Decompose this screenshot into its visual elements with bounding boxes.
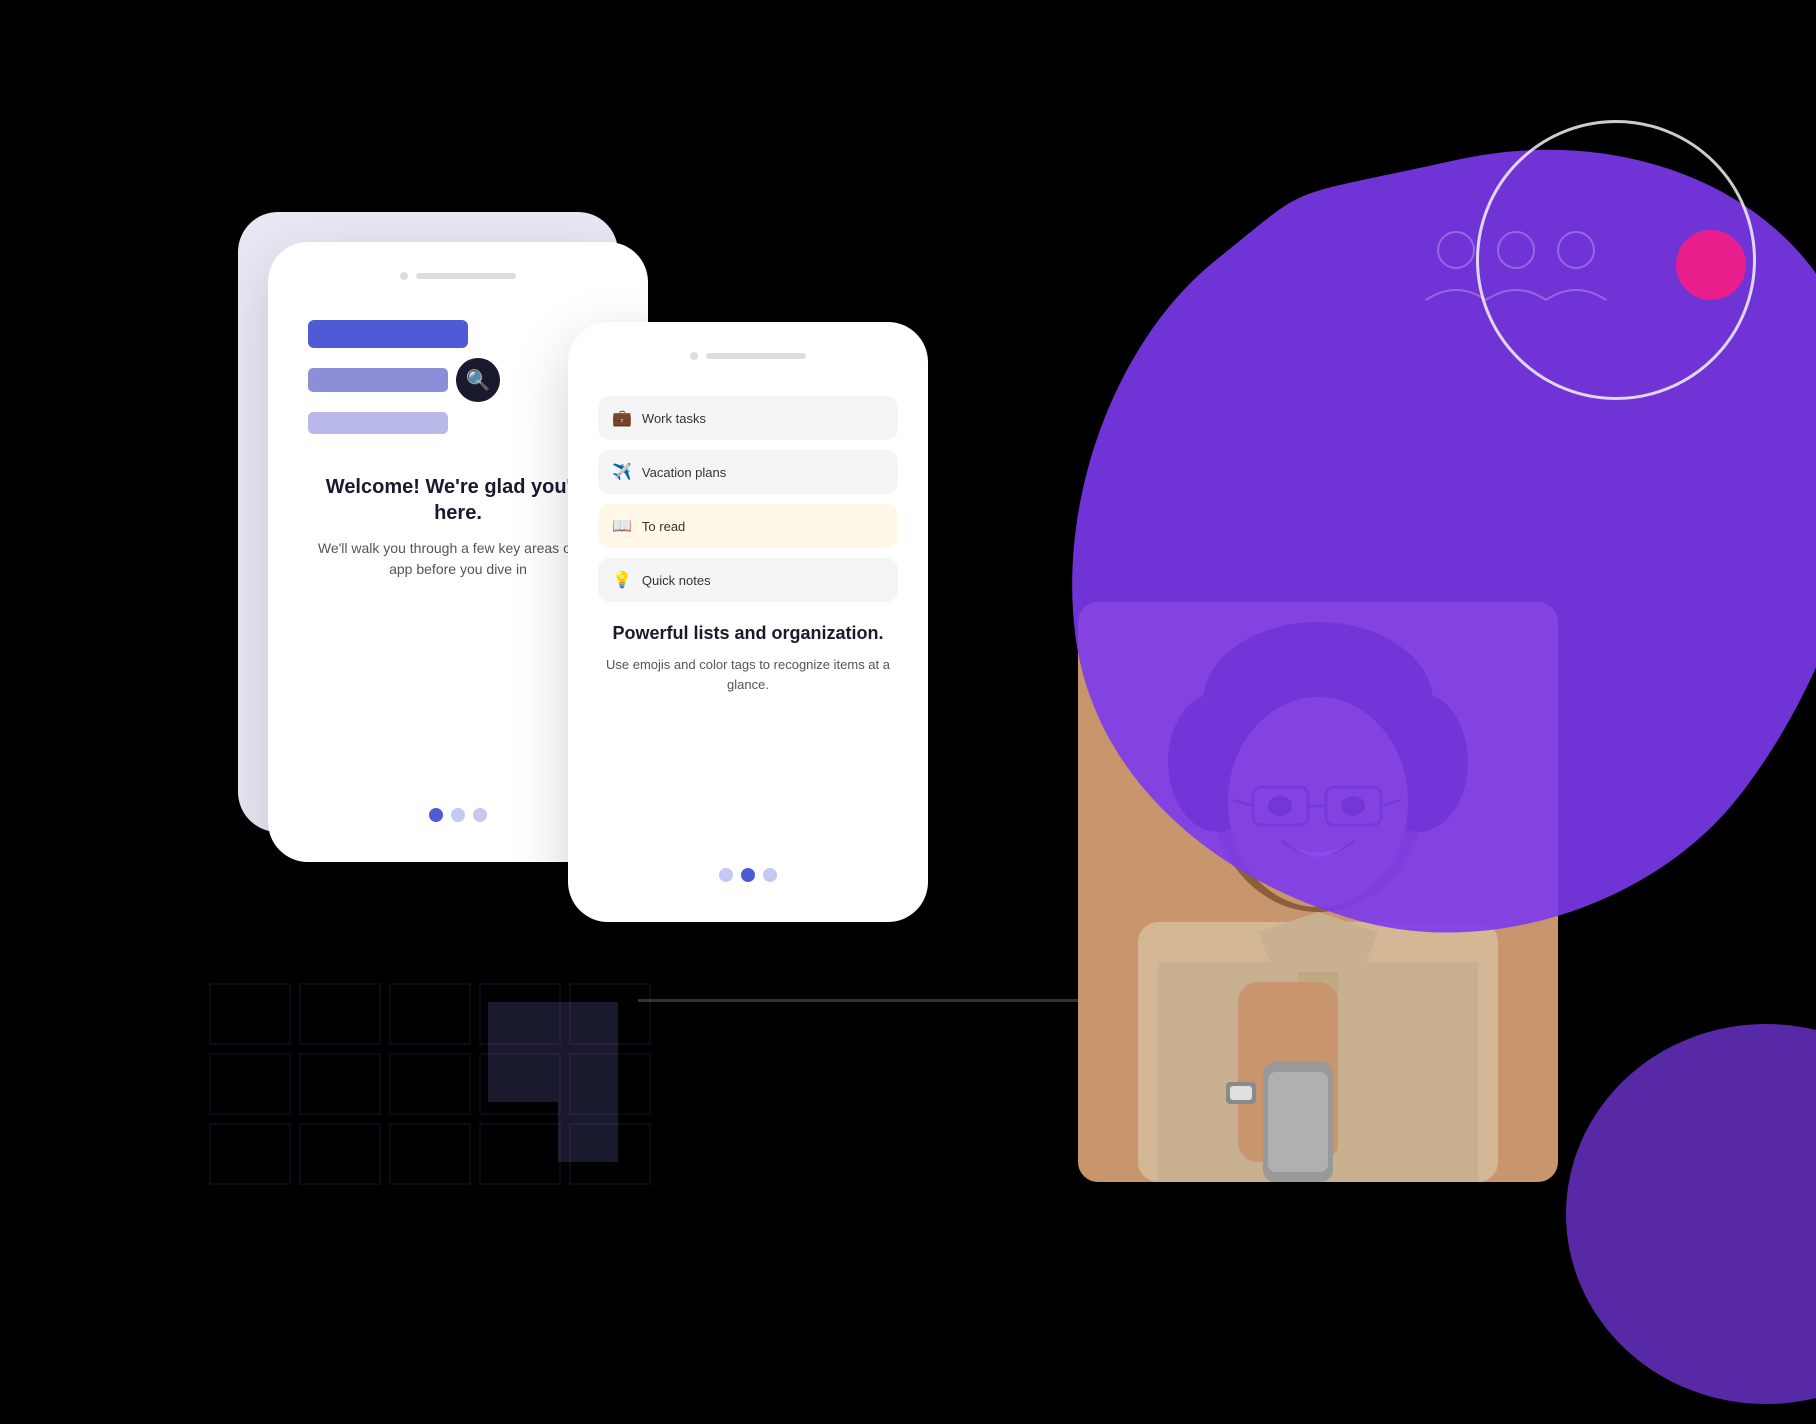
phone-sensor-dot-right — [690, 352, 698, 360]
list-item-vacation-plans: ✈️ Vacation plans — [598, 450, 898, 494]
onboarding-dots-right — [719, 838, 777, 882]
search-bar-blue — [308, 320, 468, 348]
phone-sensor-dot — [400, 272, 408, 280]
dot-1-active — [429, 808, 443, 822]
vacation-plans-label: Vacation plans — [642, 465, 726, 480]
phone-title-bar-right — [706, 353, 806, 359]
phone-card-right: 💼 Work tasks ✈️ Vacation plans 📖 To read… — [568, 322, 928, 922]
dot-right-2-active — [741, 868, 755, 882]
feature-title: Powerful lists and organization. — [598, 622, 898, 645]
search-icon: 🔍 — [456, 358, 500, 402]
search-bar-light — [308, 368, 448, 392]
work-tasks-label: Work tasks — [642, 411, 706, 426]
welcome-title: Welcome! We're glad you're here. — [308, 474, 608, 526]
search-illustration: 🔍 — [308, 320, 608, 434]
grid-decoration — [200, 974, 900, 1424]
work-tasks-emoji: 💼 — [612, 408, 632, 428]
phone-top-bar-left — [308, 272, 608, 280]
dot-2-inactive — [451, 808, 465, 822]
search-bar-lighter — [308, 412, 448, 434]
list-item-work-tasks: 💼 Work tasks — [598, 396, 898, 440]
people-icons-decoration — [1416, 220, 1616, 320]
dot-right-1-inactive — [719, 868, 733, 882]
dot-3-inactive — [473, 808, 487, 822]
list-item-quick-notes: 💡 Quick notes — [598, 558, 898, 602]
onboarding-dots-left — [429, 778, 487, 822]
quick-notes-label: Quick notes — [642, 573, 711, 588]
welcome-subtitle: We'll walk you through a few key areas o… — [308, 538, 608, 580]
feature-subtitle: Use emojis and color tags to recognize i… — [598, 655, 898, 694]
list-item-to-read: 📖 To read — [598, 504, 898, 548]
notes-list: 💼 Work tasks ✈️ Vacation plans 📖 To read… — [598, 396, 898, 602]
main-scene: 🔍 Welcome! We're glad you're here. We'll… — [0, 0, 1816, 1424]
quick-notes-emoji: 💡 — [612, 570, 632, 590]
to-read-emoji: 📖 — [612, 516, 632, 536]
welcome-text-block: Welcome! We're glad you're here. We'll w… — [308, 474, 608, 580]
phone-top-bar-right — [598, 352, 898, 360]
vacation-plans-emoji: ✈️ — [612, 462, 632, 482]
feature-text-block: Powerful lists and organization. Use emo… — [598, 622, 898, 694]
search-bar-row: 🔍 — [308, 358, 500, 402]
pink-circle-decoration — [1676, 230, 1746, 300]
to-read-label: To read — [642, 519, 685, 534]
dot-right-3-inactive — [763, 868, 777, 882]
purple-blob-secondary — [1566, 1024, 1816, 1404]
phone-title-bar — [416, 273, 516, 279]
